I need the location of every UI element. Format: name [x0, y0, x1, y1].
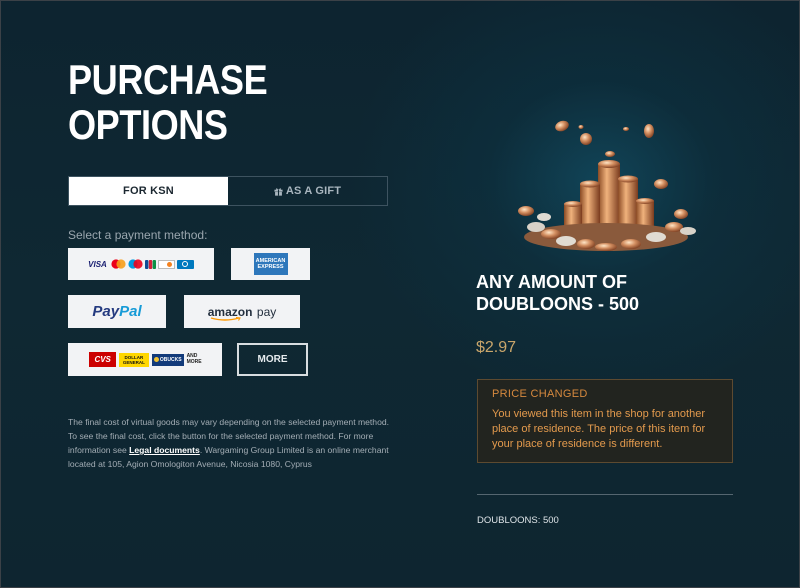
gift-icon	[274, 187, 283, 196]
amazon-pay-logo: amazon pay	[208, 303, 276, 321]
divider	[477, 494, 733, 495]
obucks-logo: OBUCKS	[151, 353, 184, 366]
mastercard-logo	[111, 259, 126, 269]
tab-label: FOR KSN	[123, 185, 174, 197]
payment-retail-button[interactable]: CVS DOLLAR GENERAL OBUCKS AND MORE	[68, 343, 222, 376]
jcb-logo	[144, 259, 156, 269]
visa-logo: VISA	[88, 259, 107, 269]
disclaimer-text: The final cost of virtual goods may vary…	[68, 417, 390, 469]
payment-method-label: Select a payment method:	[68, 228, 208, 242]
dollar-general-logo: DOLLAR GENERAL	[118, 352, 149, 367]
maestro-logo	[128, 259, 143, 269]
order-summary-line: DOUBLOONS: 500	[477, 515, 559, 526]
page-title: PURCHASE OPTIONS	[68, 56, 268, 148]
payment-paypal-button[interactable]: PayPal	[68, 295, 166, 328]
payment-amex-button[interactable]: AMERICAN EXPRESS	[231, 248, 310, 280]
recipient-tabs: FOR KSN AS A GIFT	[68, 176, 388, 206]
legal-documents-link[interactable]: Legal documents	[129, 445, 200, 455]
card-logos: VISA	[88, 259, 194, 269]
paypal-logo: PayPal	[92, 303, 142, 320]
and-more-label: AND MORE	[186, 353, 202, 365]
notice-title: PRICE CHANGED	[492, 388, 588, 400]
payment-amazon-pay-button[interactable]: amazon pay	[184, 295, 300, 328]
cvs-logo: CVS	[89, 352, 116, 367]
tab-for-self[interactable]: FOR KSN	[69, 177, 228, 205]
amex-logo: AMERICAN EXPRESS	[253, 253, 288, 275]
tab-label: AS A GIFT	[285, 185, 342, 197]
more-label: MORE	[257, 354, 288, 365]
diners-club-logo	[176, 259, 194, 269]
more-payment-methods-button[interactable]: MORE	[237, 343, 308, 376]
payment-cards-button[interactable]: VISA	[68, 248, 214, 280]
tab-as-gift[interactable]: AS A GIFT	[228, 177, 387, 205]
discover-logo	[157, 259, 175, 269]
price-changed-notice: PRICE CHANGED You viewed this item in th…	[477, 379, 733, 463]
doubloon-coins-image	[518, 120, 696, 251]
purchase-window: PURCHASE OPTIONS FOR KSN AS A GIFT Selec…	[0, 0, 800, 588]
obucks-coin-icon	[153, 357, 159, 362]
product-price: $2.97	[476, 339, 517, 356]
amazon-smile-icon	[210, 316, 241, 321]
notice-text: You viewed this item in the shop for ano…	[492, 408, 706, 450]
product-title: ANY AMOUNT OF DOUBLOONS - 500	[476, 272, 640, 314]
